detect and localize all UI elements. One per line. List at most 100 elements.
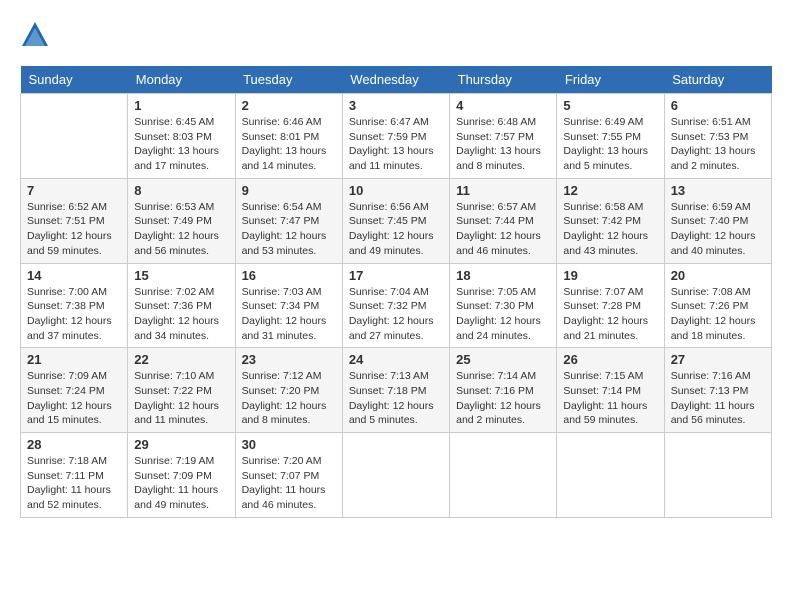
day-info: Sunrise: 7:03 AMSunset: 7:34 PMDaylight:… [242, 285, 336, 344]
header-monday: Monday [128, 66, 235, 94]
header-sunday: Sunday [21, 66, 128, 94]
calendar-cell: 12Sunrise: 6:58 AMSunset: 7:42 PMDayligh… [557, 178, 664, 263]
calendar-cell: 24 Sunrise: 7:13 AMSunset: 7:18 PMDayligh… [342, 348, 449, 433]
day-info: Sunrise: 6:48 AMSunset: 7:57 PMDaylight:… [456, 115, 550, 174]
calendar-cell: 26 Sunrise: 7:15 AMSunset: 7:14 PMDayligh… [557, 348, 664, 433]
calendar-cell: 16 Sunrise: 7:03 AMSunset: 7:34 PMDayligh… [235, 263, 342, 348]
calendar-cell: 14 Sunrise: 7:00 AMSunset: 7:38 PMDayligh… [21, 263, 128, 348]
day-number: 24 [349, 352, 443, 367]
day-number: 4 [456, 98, 550, 113]
day-number: 16 [242, 268, 336, 283]
week-row-2: 7 Sunrise: 6:52 AMSunset: 7:51 PMDaylight… [21, 178, 772, 263]
day-number: 19 [563, 268, 657, 283]
day-number: 28 [27, 437, 121, 452]
calendar-cell [664, 433, 771, 518]
header-tuesday: Tuesday [235, 66, 342, 94]
calendar-cell: 4 Sunrise: 6:48 AMSunset: 7:57 PMDaylight… [450, 94, 557, 179]
day-number: 2 [242, 98, 336, 113]
day-info: Sunrise: 6:49 AMSunset: 7:55 PMDaylight:… [563, 115, 657, 174]
calendar-cell: 18 Sunrise: 7:05 AMSunset: 7:30 PMDayligh… [450, 263, 557, 348]
day-number: 25 [456, 352, 550, 367]
day-info: Sunrise: 6:52 AMSunset: 7:51 PMDaylight:… [27, 200, 121, 259]
calendar-cell: 17 Sunrise: 7:04 AMSunset: 7:32 PMDayligh… [342, 263, 449, 348]
day-number: 21 [27, 352, 121, 367]
day-info: Sunrise: 7:09 AMSunset: 7:24 PMDaylight:… [27, 369, 121, 428]
day-info: Sunrise: 7:16 AMSunset: 7:13 PMDaylight:… [671, 369, 765, 428]
day-info: Sunrise: 7:07 AMSunset: 7:28 PMDaylight:… [563, 285, 657, 344]
day-number: 3 [349, 98, 443, 113]
day-number: 15 [134, 268, 228, 283]
day-number: 17 [349, 268, 443, 283]
day-number: 22 [134, 352, 228, 367]
day-info: Sunrise: 6:54 AMSunset: 7:47 PMDaylight:… [242, 200, 336, 259]
day-info: Sunrise: 7:12 AMSunset: 7:20 PMDaylight:… [242, 369, 336, 428]
day-info: Sunrise: 7:19 AMSunset: 7:09 PMDaylight:… [134, 454, 228, 513]
weekday-header-row: Sunday Monday Tuesday Wednesday Thursday… [21, 66, 772, 94]
day-number: 9 [242, 183, 336, 198]
day-number: 8 [134, 183, 228, 198]
header-friday: Friday [557, 66, 664, 94]
day-number: 1 [134, 98, 228, 113]
day-info: Sunrise: 6:57 AMSunset: 7:44 PMDaylight:… [456, 200, 550, 259]
calendar-cell: 11 Sunrise: 6:57 AMSunset: 7:44 PMDayligh… [450, 178, 557, 263]
calendar-table: Sunday Monday Tuesday Wednesday Thursday… [20, 66, 772, 518]
logo-icon [20, 20, 50, 50]
calendar-cell [342, 433, 449, 518]
day-info: Sunrise: 7:13 AMSunset: 7:18 PMDaylight:… [349, 369, 443, 428]
calendar-cell: 13Sunrise: 6:59 AMSunset: 7:40 PMDayligh… [664, 178, 771, 263]
day-number: 23 [242, 352, 336, 367]
header-thursday: Thursday [450, 66, 557, 94]
calendar-cell: 25 Sunrise: 7:14 AMSunset: 7:16 PMDayligh… [450, 348, 557, 433]
calendar-cell: 15 Sunrise: 7:02 AMSunset: 7:36 PMDayligh… [128, 263, 235, 348]
day-number: 18 [456, 268, 550, 283]
day-info: Sunrise: 7:04 AMSunset: 7:32 PMDaylight:… [349, 285, 443, 344]
calendar-cell: 30 Sunrise: 7:20 AMSunset: 7:07 PMDayligh… [235, 433, 342, 518]
day-info: Sunrise: 6:53 AMSunset: 7:49 PMDaylight:… [134, 200, 228, 259]
day-info: Sunrise: 7:20 AMSunset: 7:07 PMDaylight:… [242, 454, 336, 513]
day-number: 30 [242, 437, 336, 452]
day-info: Sunrise: 7:10 AMSunset: 7:22 PMDaylight:… [134, 369, 228, 428]
day-info: Sunrise: 7:08 AMSunset: 7:26 PMDaylight:… [671, 285, 765, 344]
week-row-1: 1 Sunrise: 6:45 AMSunset: 8:03 PMDaylight… [21, 94, 772, 179]
day-number: 14 [27, 268, 121, 283]
calendar-cell [450, 433, 557, 518]
day-number: 27 [671, 352, 765, 367]
week-row-5: 28 Sunrise: 7:18 AMSunset: 7:11 PMDayligh… [21, 433, 772, 518]
calendar-cell [557, 433, 664, 518]
calendar-cell: 21 Sunrise: 7:09 AMSunset: 7:24 PMDayligh… [21, 348, 128, 433]
day-number: 26 [563, 352, 657, 367]
calendar-cell: 9 Sunrise: 6:54 AMSunset: 7:47 PMDaylight… [235, 178, 342, 263]
day-info: Sunrise: 7:18 AMSunset: 7:11 PMDaylight:… [27, 454, 121, 513]
calendar-cell: 10Sunrise: 6:56 AMSunset: 7:45 PMDayligh… [342, 178, 449, 263]
day-number: 6 [671, 98, 765, 113]
day-info: Sunrise: 6:51 AMSunset: 7:53 PMDaylight:… [671, 115, 765, 174]
calendar-cell: 6 Sunrise: 6:51 AMSunset: 7:53 PMDaylight… [664, 94, 771, 179]
calendar-cell: 2Sunrise: 6:46 AMSunset: 8:01 PMDaylight… [235, 94, 342, 179]
day-info: Sunrise: 7:14 AMSunset: 7:16 PMDaylight:… [456, 369, 550, 428]
day-info: Sunrise: 6:47 AMSunset: 7:59 PMDaylight:… [349, 115, 443, 174]
day-info: Sunrise: 6:45 AMSunset: 8:03 PMDaylight:… [134, 115, 228, 174]
day-number: 13 [671, 183, 765, 198]
calendar-cell: 29Sunrise: 7:19 AMSunset: 7:09 PMDayligh… [128, 433, 235, 518]
calendar-cell: 19 Sunrise: 7:07 AMSunset: 7:28 PMDayligh… [557, 263, 664, 348]
calendar-cell: 1 Sunrise: 6:45 AMSunset: 8:03 PMDaylight… [128, 94, 235, 179]
day-number: 10 [349, 183, 443, 198]
day-number: 7 [27, 183, 121, 198]
day-number: 20 [671, 268, 765, 283]
day-number: 12 [563, 183, 657, 198]
page-header [20, 20, 772, 50]
calendar-cell: 8 Sunrise: 6:53 AMSunset: 7:49 PMDaylight… [128, 178, 235, 263]
header-saturday: Saturday [664, 66, 771, 94]
header-wednesday: Wednesday [342, 66, 449, 94]
day-info: Sunrise: 7:15 AMSunset: 7:14 PMDaylight:… [563, 369, 657, 428]
logo [20, 20, 54, 50]
day-number: 11 [456, 183, 550, 198]
day-info: Sunrise: 7:05 AMSunset: 7:30 PMDaylight:… [456, 285, 550, 344]
calendar-cell: 28 Sunrise: 7:18 AMSunset: 7:11 PMDayligh… [21, 433, 128, 518]
day-info: Sunrise: 7:00 AMSunset: 7:38 PMDaylight:… [27, 285, 121, 344]
calendar-cell: 5Sunrise: 6:49 AMSunset: 7:55 PMDaylight… [557, 94, 664, 179]
calendar-cell: 20 Sunrise: 7:08 AMSunset: 7:26 PMDayligh… [664, 263, 771, 348]
calendar-cell: 27 Sunrise: 7:16 AMSunset: 7:13 PMDayligh… [664, 348, 771, 433]
day-info: Sunrise: 7:02 AMSunset: 7:36 PMDaylight:… [134, 285, 228, 344]
calendar-cell: 23 Sunrise: 7:12 AMSunset: 7:20 PMDayligh… [235, 348, 342, 433]
